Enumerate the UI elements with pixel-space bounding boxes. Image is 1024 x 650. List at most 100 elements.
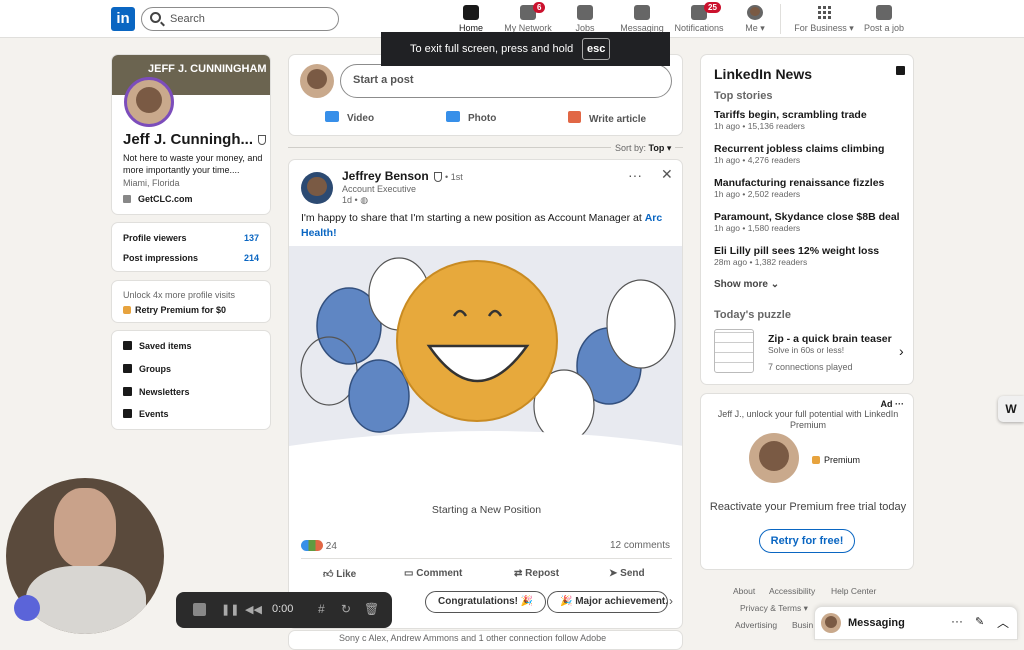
banner-text: JEFF J. CUNNINGHAM [148,63,267,75]
footer-link-business[interactable]: Busin [792,620,813,630]
calendar-icon [123,409,132,418]
chevron-right-icon[interactable]: › [899,343,904,359]
news-item[interactable]: Paramount, Skydance close $8B deal 1h ago… [714,211,900,234]
newsletter-icon [123,387,132,396]
footer-link-accessibility[interactable]: Accessibility [769,586,815,596]
more-options-icon[interactable]: ··· [951,614,963,628]
premium-cta-text: Retry Premium for $0 [135,305,227,315]
search-input[interactable]: Search [141,7,339,31]
nav-post-job[interactable]: Post a job [852,4,916,36]
more-options-icon[interactable]: ··· [628,167,642,183]
chevron-right-icon[interactable]: › [669,594,673,608]
link-groups[interactable]: Groups [123,364,259,374]
footer-link-privacy[interactable]: Privacy & Terms ▾ [740,603,808,614]
thumbs-up-icon: 👍︎ [323,569,334,580]
zip-puzzle-icon[interactable] [714,329,754,373]
news-item[interactable]: Recurrent jobless claims climbing 1h ago … [714,143,884,166]
profile-website[interactable]: GetCLC.com [123,194,193,204]
author-avatar[interactable] [301,172,333,204]
chevron-up-icon[interactable]: ︿ [997,614,1009,631]
like-button[interactable]: 👍︎ Like [323,568,356,580]
author-name[interactable]: Jeffrey Benson • 1st [342,169,463,183]
rewind-icon[interactable]: ◀◀ [245,603,262,616]
show-more-button[interactable]: Show more ⌄ [714,279,779,290]
stat-profile-viewers[interactable]: Profile viewers 137 [123,233,259,243]
news-item[interactable]: Tariffs begin, scrambling trade 1h ago • … [714,109,867,132]
toast-text: To exit full screen, press and hold [410,43,574,55]
footer-link-help-center[interactable]: Help Center [831,586,876,596]
close-icon[interactable]: ✕ [661,166,673,183]
action-label: Repost [525,568,560,579]
linkedin-news-card: LinkedIn News Top stories Tariffs begin,… [700,54,914,385]
image-caption: Starting a New Position [289,468,682,548]
link-text: Newsletters [139,387,190,397]
news-item[interactable]: Manufacturing renaissance fizzles 1h ago … [714,177,884,200]
post-body: I'm happy to share that I'm starting a n… [301,212,642,224]
notification-badge: 25 [704,2,721,13]
recorder-bubble-icon[interactable] [14,595,40,621]
grid-icon [817,6,831,19]
pause-icon[interactable]: ❚❚ [221,603,239,616]
stat-label: Post impressions [123,253,199,263]
webcam-shirt [26,566,146,634]
profile-photo[interactable] [124,77,174,127]
grid-icon[interactable]: # [318,602,325,616]
puzzle-item[interactable]: Zip - a quick brain teaser Solve in 60s o… [768,333,892,356]
post-image[interactable] [289,246,682,468]
nav-label: For Business [794,23,847,33]
footer-link-advertising[interactable]: Advertising [735,620,777,630]
sort-dropdown[interactable]: Sort by: Top ▾ [611,143,676,154]
more-options-icon[interactable]: ··· [895,399,904,409]
chevron-down-icon: ⌄ [770,279,780,290]
premium-text: Premium [824,455,861,465]
profile-card[interactable]: JEFF J. CUNNINGHAM Jeff J. Cunningh... N… [111,54,271,215]
stat-post-impressions[interactable]: Post impressions 214 [123,253,259,263]
retry-premium-link[interactable]: Retry Premium for $0 [123,305,226,315]
action-label: Video [347,113,375,124]
website-icon [123,195,131,203]
profile-stats-card: Profile viewers 137 Post impressions 214 [111,222,271,272]
profile-name[interactable]: Jeff J. Cunningh... [123,131,266,148]
info-icon[interactable] [896,66,905,75]
next-post-preview[interactable]: Sony c Alex, Andrew Ammons and 1 other c… [288,630,683,650]
news-meta: 28m ago • 1,382 readers [714,257,808,267]
website-text: GetCLC.com [138,194,193,204]
trash-icon[interactable]: 🗑︎ [364,602,379,616]
repost-button[interactable]: ⇄ Repost [514,568,559,579]
send-button[interactable]: ➤ Send [609,568,645,579]
messaging-bar[interactable]: Messaging ··· ✎ ︿ [814,606,1018,640]
profile-headline: Not here to waste your money, and more i… [123,153,263,175]
suggested-reply[interactable]: 🎉 Major achievement, [547,591,668,613]
compose-icon[interactable]: ✎ [975,615,984,628]
link-newsletters[interactable]: Newsletters [123,387,259,397]
photo-button[interactable]: Photo [446,111,496,124]
puzzle-title: Today's puzzle [714,309,791,321]
post-time: 1d • ◍ [342,195,368,206]
nav-for-business[interactable]: For Business ▾ [788,4,860,36]
footer-link-about[interactable]: About [733,586,755,596]
reaction-count[interactable]: 24 [301,540,337,552]
avatar[interactable] [300,64,334,98]
news-meta: 1h ago • 2,502 readers [714,189,801,199]
link-events[interactable]: Events [123,409,259,419]
comments-count[interactable]: 12 comments [610,540,670,551]
stop-icon[interactable] [193,603,206,616]
premium-badge: Premium [812,455,860,465]
news-meta: 1h ago • 1,580 readers [714,223,801,233]
post-time-text: 1d • [342,195,358,205]
retry-for-free-button[interactable]: Retry for free! [759,529,855,553]
write-article-button[interactable]: Write article [568,111,646,125]
suggested-reply[interactable]: Congratulations! 🎉 [425,591,547,613]
nav-label: Post a job [863,23,905,33]
restart-icon[interactable]: ↻ [341,602,351,616]
news-item[interactable]: Eli Lilly pill sees 12% weight loss 28m a… [714,245,879,268]
news-headline: Eli Lilly pill sees 12% weight loss [714,245,880,257]
comment-button[interactable]: ▭ Comment [404,568,462,579]
start-post-button[interactable]: Start a post [340,64,672,98]
video-button[interactable]: Video [325,111,374,124]
linkedin-logo[interactable]: in [111,7,135,31]
stat-value: 214 [243,253,259,263]
extension-w-icon[interactable]: W [998,396,1024,422]
premium-upsell-card[interactable]: Unlock 4x more profile visits Retry Prem… [111,280,271,323]
link-saved-items[interactable]: Saved items [123,341,259,351]
